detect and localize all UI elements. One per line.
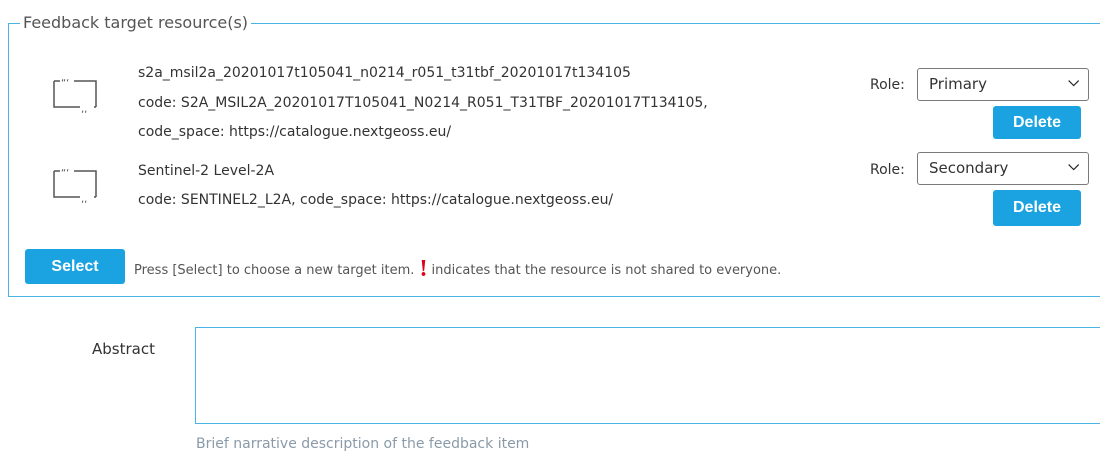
role-select-value: Secondary [929,159,1009,177]
abstract-label: Abstract [92,340,155,358]
hint-text-after: indicates that the resource is not share… [431,263,782,278]
not-shared-warning-icon: ! [419,256,428,282]
resource-code-space: code_space: https://catalogue.nextgeoss.… [138,124,452,140]
select-button[interactable]: Select [25,249,125,284]
svg-text:“‘: “‘ [61,168,69,179]
abstract-textarea[interactable] [195,327,1100,424]
role-label: Role: [870,162,905,178]
resource-code: code: SENTINEL2_L2A, code_space: https:/… [138,192,614,208]
quote-frame-icon: “‘,, [50,77,100,113]
role-select[interactable]: Primary ⌵ [917,68,1089,101]
select-hint: Press [Select] to choose a new target it… [134,256,781,283]
role-label: Role: [870,77,905,93]
resource-title: Sentinel-2 Level-2A [138,163,275,179]
quote-frame-icon: “‘,, [50,167,100,203]
resource-code: code: S2A_MSIL2A_20201017T105041_N0214_R… [138,95,708,111]
delete-button[interactable]: Delete [993,106,1081,139]
delete-button[interactable]: Delete [993,190,1081,226]
abstract-help-text: Brief narrative description of the feedb… [196,436,530,452]
hint-text: Press [Select] to choose a new target it… [134,263,415,278]
resource-title: s2a_msil2a_20201017t105041_n0214_r051_t3… [138,65,631,81]
chevron-down-icon: ⌵ [1068,158,1079,174]
role-select-value: Primary [929,75,987,93]
svg-text:,,: ,, [81,104,87,113]
chevron-down-icon: ⌵ [1068,74,1079,90]
svg-text:,,: ,, [81,194,87,203]
fieldset-legend: Feedback target resource(s) [20,12,252,34]
role-select[interactable]: Secondary ⌵ [917,152,1089,185]
svg-text:“‘: “‘ [61,78,69,89]
